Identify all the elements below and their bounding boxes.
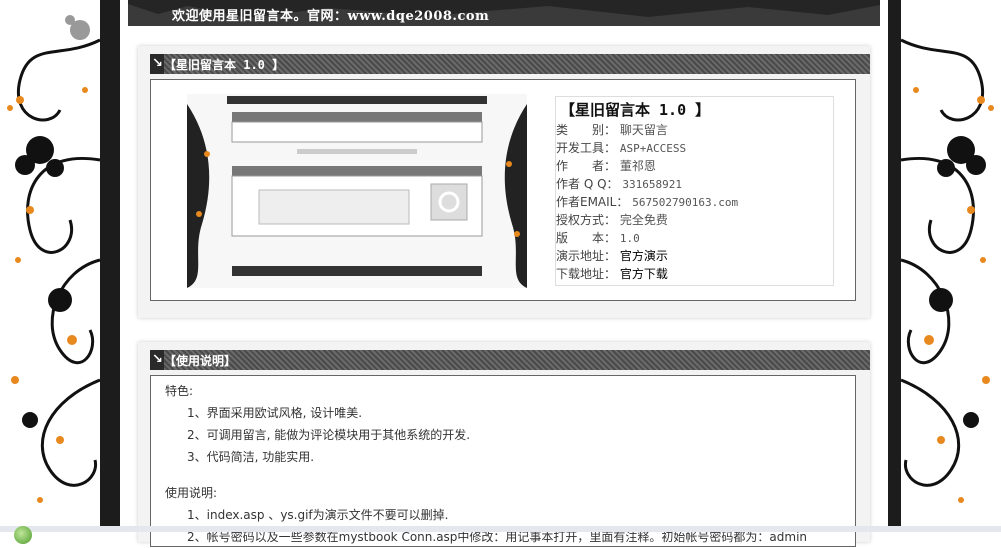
product-section-body: 【星旧留言本 1.0 】 类 别： 聊天留言 开发工具： ASP+ACCESS … <box>150 79 856 301</box>
info-key: 演示地址： <box>556 249 617 263</box>
feature-item: 3、代码简洁, 功能实用. <box>187 450 315 464</box>
usage-section-body: 特色: 1、界面采用欧试风格, 设计唯美. 2、可调用留言, 能做为评论模块用于… <box>150 375 856 547</box>
info-key: 下载地址： <box>556 267 617 281</box>
info-key: 授权方式： <box>556 213 617 227</box>
info-row-dev-tool: 开发工具： ASP+ACCESS <box>556 139 833 157</box>
info-row-author-email: 作者EMAIL： 567502790163.com <box>556 193 833 211</box>
product-info-panel: 【星旧留言本 1.0 】 类 别： 聊天留言 开发工具： ASP+ACCESS … <box>555 96 834 286</box>
official-download-link[interactable]: 官方下载 <box>620 267 668 281</box>
info-value: 聊天留言 <box>619 123 668 137</box>
info-value: 完全免费 <box>619 213 668 227</box>
product-title: 【星旧留言本 1.0 】 <box>560 101 711 119</box>
info-key: 类 别： <box>556 123 617 137</box>
info-key: 版 本： <box>556 231 617 245</box>
info-value: 331658921 <box>622 178 682 191</box>
info-key: 作者EMAIL： <box>556 195 629 209</box>
info-row-author-qq: 作者 Q Q： 331658921 <box>556 175 833 193</box>
product-section: ↘ 【星旧留言本 1.0 】 【星旧留言本 1.0 】 类 别： 聊天留言 开发… <box>138 46 870 318</box>
preview-screenshot-image <box>187 94 527 288</box>
official-demo-link[interactable]: 官方演示 <box>620 249 668 263</box>
info-value: 1.0 <box>619 232 640 245</box>
info-row-demo: 演示地址： 官方演示 <box>556 247 833 265</box>
arrow-icon: ↘ <box>152 56 163 71</box>
info-row-version: 版 本： 1.0 <box>556 229 833 247</box>
instructions-heading: 使用说明: <box>165 486 218 500</box>
feature-item: 2、可调用留言, 能做为评论模块用于其他系统的开发. <box>187 428 471 442</box>
usage-text: 特色: 1、界面采用欧试风格, 设计唯美. 2、可调用留言, 能做为评论模块用于… <box>165 380 807 548</box>
instruction-item: 1、index.asp 、ys.gif为演示文件不要可以删掉. <box>187 508 449 522</box>
site-welcome-title: 欢迎使用星旧留言本。官网：www.dqe2008.com <box>172 9 490 24</box>
main-content-column: 欢迎使用星旧留言本。官网：www.dqe2008.com ↘ 【星旧留言本 1.… <box>110 0 898 547</box>
usage-section-label: 【使用说明】 <box>164 354 237 368</box>
info-row-category: 类 别： 聊天留言 <box>556 121 833 139</box>
info-value: 董祁恩 <box>619 159 656 173</box>
arrow-icon: ↘ <box>152 352 163 367</box>
feature-item: 1、界面采用欧试风格, 设计唯美. <box>187 406 363 420</box>
info-row-author: 作 者： 董祁恩 <box>556 157 833 175</box>
info-value: ASP+ACCESS <box>619 142 687 155</box>
browser-status-bar <box>0 526 1001 532</box>
info-key: 开发工具： <box>556 141 617 155</box>
ie-status-icon <box>14 526 32 544</box>
info-row-license: 授权方式： 完全免费 <box>556 211 833 229</box>
usage-section-header: ↘ 【使用说明】 <box>150 350 870 370</box>
product-section-header: ↘ 【星旧留言本 1.0 】 <box>150 54 870 74</box>
usage-section: ↘ 【使用说明】 特色: 1、界面采用欧试风格, 设计唯美. 2、可调用留言, … <box>138 342 870 547</box>
info-key: 作 者： <box>556 159 617 173</box>
info-value: 567502790163.com <box>632 196 739 209</box>
features-heading: 特色: <box>165 384 194 398</box>
info-row-download: 下载地址： 官方下载 <box>556 265 833 283</box>
product-section-label: 【星旧留言本 1.0 】 <box>164 58 285 72</box>
info-key: 作者 Q Q： <box>556 177 619 191</box>
top-banner: 欢迎使用星旧留言本。官网：www.dqe2008.com <box>128 0 880 26</box>
